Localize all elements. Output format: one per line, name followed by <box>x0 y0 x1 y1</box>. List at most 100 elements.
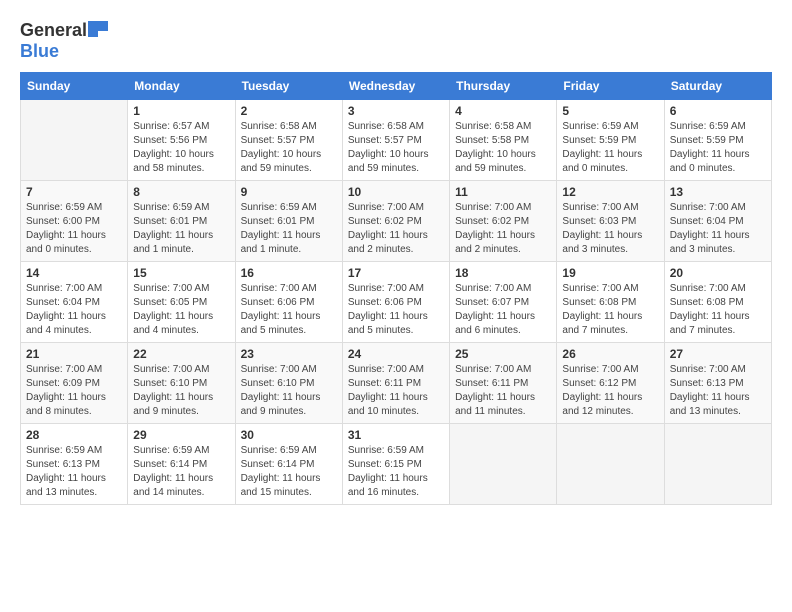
calendar-cell: 9 Sunrise: 6:59 AM Sunset: 6:01 PM Dayli… <box>235 181 342 262</box>
sunset-text: Sunset: 6:15 PM <box>348 458 444 472</box>
sunrise-text: Sunrise: 7:00 AM <box>562 363 658 377</box>
sunrise-text: Sunrise: 6:58 AM <box>455 120 551 134</box>
day-info: Sunrise: 6:59 AM Sunset: 6:00 PM Dayligh… <box>26 201 122 257</box>
sunset-text: Sunset: 6:02 PM <box>455 215 551 229</box>
day-number: 14 <box>26 266 122 280</box>
sunset-text: Sunset: 5:56 PM <box>133 134 229 148</box>
weekday-header-monday: Monday <box>128 73 235 100</box>
calendar-cell <box>21 100 128 181</box>
sunset-text: Sunset: 6:02 PM <box>348 215 444 229</box>
sunset-text: Sunset: 6:04 PM <box>26 296 122 310</box>
calendar-cell: 10 Sunrise: 7:00 AM Sunset: 6:02 PM Dayl… <box>342 181 449 262</box>
sunset-text: Sunset: 5:59 PM <box>670 134 766 148</box>
day-info: Sunrise: 7:00 AM Sunset: 6:08 PM Dayligh… <box>670 282 766 338</box>
day-info: Sunrise: 7:00 AM Sunset: 6:04 PM Dayligh… <box>26 282 122 338</box>
daylight-text: Daylight: 11 hours and 1 minute. <box>241 229 337 257</box>
calendar-cell: 15 Sunrise: 7:00 AM Sunset: 6:05 PM Dayl… <box>128 262 235 343</box>
calendar-cell: 20 Sunrise: 7:00 AM Sunset: 6:08 PM Dayl… <box>664 262 771 343</box>
logo-blue-text: Blue <box>20 41 59 61</box>
sunset-text: Sunset: 6:07 PM <box>455 296 551 310</box>
day-number: 1 <box>133 104 229 118</box>
daylight-text: Daylight: 11 hours and 3 minutes. <box>562 229 658 257</box>
week-row-4: 21 Sunrise: 7:00 AM Sunset: 6:09 PM Dayl… <box>21 343 772 424</box>
day-info: Sunrise: 7:00 AM Sunset: 6:05 PM Dayligh… <box>133 282 229 338</box>
calendar-table: SundayMondayTuesdayWednesdayThursdayFrid… <box>20 72 772 505</box>
day-number: 9 <box>241 185 337 199</box>
day-info: Sunrise: 7:00 AM Sunset: 6:06 PM Dayligh… <box>348 282 444 338</box>
day-info: Sunrise: 6:59 AM Sunset: 6:14 PM Dayligh… <box>133 444 229 500</box>
sunset-text: Sunset: 5:57 PM <box>348 134 444 148</box>
daylight-text: Daylight: 10 hours and 58 minutes. <box>133 148 229 176</box>
sunset-text: Sunset: 6:10 PM <box>241 377 337 391</box>
calendar-cell: 11 Sunrise: 7:00 AM Sunset: 6:02 PM Dayl… <box>450 181 557 262</box>
sunrise-text: Sunrise: 7:00 AM <box>670 282 766 296</box>
sunrise-text: Sunrise: 7:00 AM <box>241 282 337 296</box>
sunrise-text: Sunrise: 7:00 AM <box>455 201 551 215</box>
daylight-text: Daylight: 11 hours and 16 minutes. <box>348 472 444 500</box>
sunset-text: Sunset: 6:06 PM <box>348 296 444 310</box>
day-info: Sunrise: 7:00 AM Sunset: 6:11 PM Dayligh… <box>348 363 444 419</box>
week-row-2: 7 Sunrise: 6:59 AM Sunset: 6:00 PM Dayli… <box>21 181 772 262</box>
calendar-cell <box>450 424 557 505</box>
day-number: 16 <box>241 266 337 280</box>
day-number: 26 <box>562 347 658 361</box>
calendar-cell: 12 Sunrise: 7:00 AM Sunset: 6:03 PM Dayl… <box>557 181 664 262</box>
sunset-text: Sunset: 6:01 PM <box>133 215 229 229</box>
day-number: 7 <box>26 185 122 199</box>
sunset-text: Sunset: 6:05 PM <box>133 296 229 310</box>
sunrise-text: Sunrise: 6:59 AM <box>133 444 229 458</box>
weekday-header-row: SundayMondayTuesdayWednesdayThursdayFrid… <box>21 73 772 100</box>
daylight-text: Daylight: 11 hours and 15 minutes. <box>241 472 337 500</box>
day-info: Sunrise: 6:59 AM Sunset: 6:01 PM Dayligh… <box>241 201 337 257</box>
page: General Blue SundayMondayTuesdayWednesda… <box>0 0 792 612</box>
calendar-cell: 17 Sunrise: 7:00 AM Sunset: 6:06 PM Dayl… <box>342 262 449 343</box>
sunrise-text: Sunrise: 7:00 AM <box>348 363 444 377</box>
sunrise-text: Sunrise: 7:00 AM <box>670 201 766 215</box>
calendar-cell: 4 Sunrise: 6:58 AM Sunset: 5:58 PM Dayli… <box>450 100 557 181</box>
sunrise-text: Sunrise: 7:00 AM <box>26 282 122 296</box>
day-number: 28 <box>26 428 122 442</box>
day-info: Sunrise: 6:59 AM Sunset: 6:15 PM Dayligh… <box>348 444 444 500</box>
day-number: 24 <box>348 347 444 361</box>
daylight-text: Daylight: 11 hours and 13 minutes. <box>670 391 766 419</box>
day-info: Sunrise: 6:59 AM Sunset: 6:13 PM Dayligh… <box>26 444 122 500</box>
calendar-cell: 23 Sunrise: 7:00 AM Sunset: 6:10 PM Dayl… <box>235 343 342 424</box>
calendar-cell: 25 Sunrise: 7:00 AM Sunset: 6:11 PM Dayl… <box>450 343 557 424</box>
daylight-text: Daylight: 11 hours and 0 minutes. <box>26 229 122 257</box>
calendar-cell: 21 Sunrise: 7:00 AM Sunset: 6:09 PM Dayl… <box>21 343 128 424</box>
day-number: 13 <box>670 185 766 199</box>
daylight-text: Daylight: 11 hours and 9 minutes. <box>133 391 229 419</box>
daylight-text: Daylight: 10 hours and 59 minutes. <box>455 148 551 176</box>
calendar-cell: 13 Sunrise: 7:00 AM Sunset: 6:04 PM Dayl… <box>664 181 771 262</box>
calendar-cell: 26 Sunrise: 7:00 AM Sunset: 6:12 PM Dayl… <box>557 343 664 424</box>
day-number: 10 <box>348 185 444 199</box>
week-row-5: 28 Sunrise: 6:59 AM Sunset: 6:13 PM Dayl… <box>21 424 772 505</box>
sunset-text: Sunset: 6:11 PM <box>455 377 551 391</box>
calendar-cell: 16 Sunrise: 7:00 AM Sunset: 6:06 PM Dayl… <box>235 262 342 343</box>
sunrise-text: Sunrise: 6:59 AM <box>133 201 229 215</box>
day-info: Sunrise: 7:00 AM Sunset: 6:10 PM Dayligh… <box>241 363 337 419</box>
logo-general-text: General <box>20 20 87 41</box>
day-info: Sunrise: 6:58 AM Sunset: 5:58 PM Dayligh… <box>455 120 551 176</box>
daylight-text: Daylight: 11 hours and 6 minutes. <box>455 310 551 338</box>
daylight-text: Daylight: 11 hours and 3 minutes. <box>670 229 766 257</box>
day-number: 23 <box>241 347 337 361</box>
calendar-cell: 14 Sunrise: 7:00 AM Sunset: 6:04 PM Dayl… <box>21 262 128 343</box>
sunrise-text: Sunrise: 7:00 AM <box>26 363 122 377</box>
day-info: Sunrise: 6:59 AM Sunset: 6:14 PM Dayligh… <box>241 444 337 500</box>
sunset-text: Sunset: 6:13 PM <box>26 458 122 472</box>
sunrise-text: Sunrise: 7:00 AM <box>562 282 658 296</box>
daylight-text: Daylight: 11 hours and 0 minutes. <box>670 148 766 176</box>
sunrise-text: Sunrise: 6:59 AM <box>241 201 337 215</box>
day-number: 4 <box>455 104 551 118</box>
sunrise-text: Sunrise: 6:58 AM <box>241 120 337 134</box>
sunset-text: Sunset: 5:59 PM <box>562 134 658 148</box>
calendar-cell: 31 Sunrise: 6:59 AM Sunset: 6:15 PM Dayl… <box>342 424 449 505</box>
daylight-text: Daylight: 11 hours and 4 minutes. <box>133 310 229 338</box>
sunrise-text: Sunrise: 7:00 AM <box>133 363 229 377</box>
daylight-text: Daylight: 11 hours and 5 minutes. <box>348 310 444 338</box>
day-info: Sunrise: 6:59 AM Sunset: 5:59 PM Dayligh… <box>670 120 766 176</box>
day-info: Sunrise: 7:00 AM Sunset: 6:11 PM Dayligh… <box>455 363 551 419</box>
day-number: 8 <box>133 185 229 199</box>
sunrise-text: Sunrise: 7:00 AM <box>241 363 337 377</box>
